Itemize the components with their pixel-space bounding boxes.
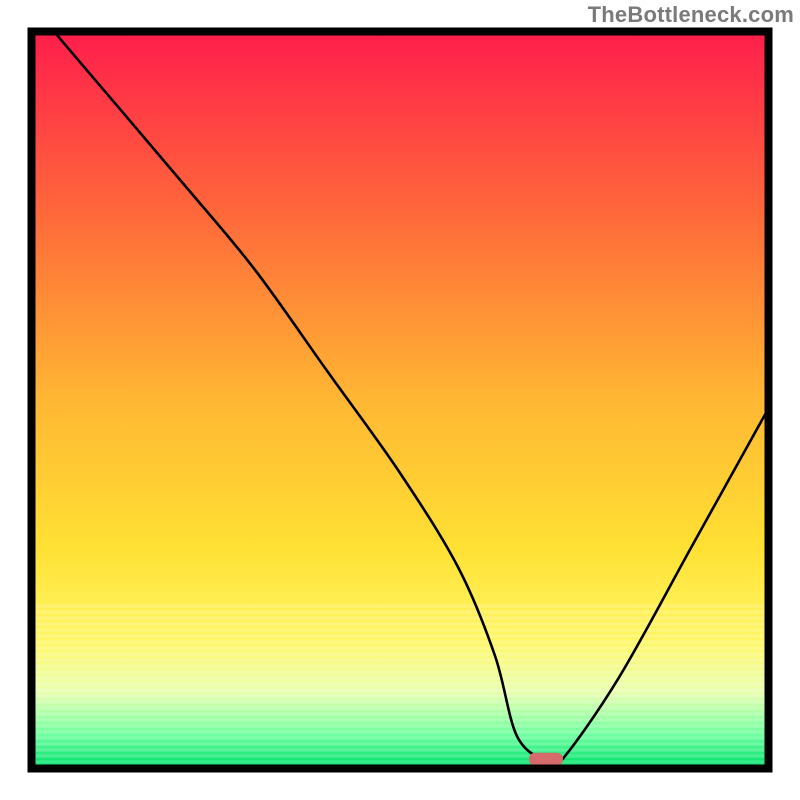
watermark-text: TheBottleneck.com bbox=[588, 2, 794, 28]
optimum-marker bbox=[529, 753, 563, 766]
chart-stage: TheBottleneck.com bbox=[0, 0, 800, 800]
chart-svg bbox=[0, 0, 800, 800]
